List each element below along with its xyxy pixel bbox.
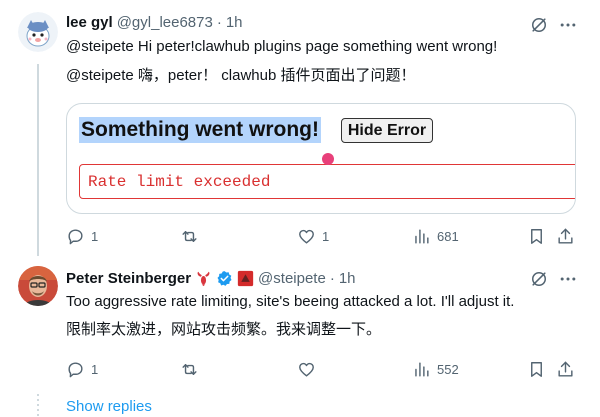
hide-error-button: Hide Error — [341, 118, 433, 143]
thread-line — [37, 64, 39, 256]
more-icon[interactable] — [557, 268, 579, 290]
share-icon — [558, 361, 573, 377]
bookmark-button[interactable] — [527, 227, 546, 246]
repost-icon — [182, 231, 197, 242]
tweet1-text-zh: @steipete 嗨，peter！ clawhub 插件页面出了问题！ — [66, 67, 416, 84]
share-button[interactable] — [556, 360, 575, 379]
like-button[interactable]: 1 — [297, 227, 329, 246]
like-count: 1 — [322, 229, 330, 244]
views-count: 681 — [437, 229, 459, 244]
grok-icon[interactable] — [528, 14, 550, 36]
tweet1-text-en: @steipete Hi peter!clawhub plugins page … — [66, 38, 498, 55]
error-message: Rate limit exceeded — [88, 173, 271, 191]
avatar-peter-steinberger[interactable] — [18, 266, 58, 306]
affiliate-badge-icon[interactable] — [237, 270, 254, 287]
reply-button[interactable]: 1 — [66, 360, 98, 379]
like-icon — [299, 229, 314, 244]
tweet2-text-zh: 限制率太激进，网站攻击频繁。我来调整一下。 — [66, 321, 382, 338]
separator: · — [329, 270, 335, 287]
error-message-box: Rate limit exceeded — [79, 164, 575, 199]
handle[interactable]: @gyl_lee6873 — [117, 14, 213, 31]
views-icon — [415, 229, 429, 244]
views-count: 552 — [437, 362, 459, 377]
repost-button[interactable] — [180, 227, 205, 246]
views-button[interactable]: 681 — [412, 227, 459, 246]
like-icon — [299, 362, 314, 377]
reply-button[interactable]: 1 — [66, 227, 98, 246]
handle[interactable]: @steipete — [258, 270, 326, 287]
bookmark-icon — [531, 362, 542, 377]
timestamp[interactable]: 1h — [339, 270, 356, 287]
separator: · — [216, 14, 222, 31]
lobster-emoji-icon — [195, 270, 212, 287]
more-icon[interactable] — [557, 14, 579, 36]
thread-dotted-line — [37, 394, 39, 417]
attached-image-card[interactable]: Something went wrong! Hide Error Rate li… — [66, 103, 576, 214]
error-title: Something went wrong! — [79, 117, 321, 143]
display-name[interactable]: Peter Steinberger — [66, 270, 191, 287]
repost-button[interactable] — [180, 360, 205, 379]
views-icon — [415, 362, 429, 377]
share-icon — [558, 228, 573, 244]
verified-badge-icon[interactable] — [216, 270, 233, 287]
grok-icon[interactable] — [528, 268, 550, 290]
reply-icon — [68, 229, 83, 245]
display-name[interactable]: lee gyl — [66, 14, 113, 31]
repost-icon — [182, 364, 197, 375]
tweet1-header: lee gyl @gyl_lee6873 · 1h — [66, 14, 243, 31]
bookmark-button[interactable] — [527, 360, 546, 379]
show-replies-link[interactable]: Show replies — [66, 398, 152, 415]
views-button[interactable]: 552 — [412, 360, 459, 379]
bookmark-icon — [531, 229, 542, 244]
share-button[interactable] — [556, 227, 575, 246]
reply-count: 1 — [91, 229, 99, 244]
avatar-lee-gyl[interactable] — [18, 12, 58, 52]
tweet2-text-en: Too aggressive rate limiting, site's bee… — [66, 293, 515, 310]
timestamp[interactable]: 1h — [226, 14, 243, 31]
reply-count: 1 — [91, 362, 99, 377]
reply-icon — [68, 362, 83, 378]
like-button[interactable] — [297, 360, 322, 379]
cursor-dot — [322, 153, 334, 165]
tweet2-header: Peter Steinberger @steipete · 1h — [66, 270, 356, 287]
